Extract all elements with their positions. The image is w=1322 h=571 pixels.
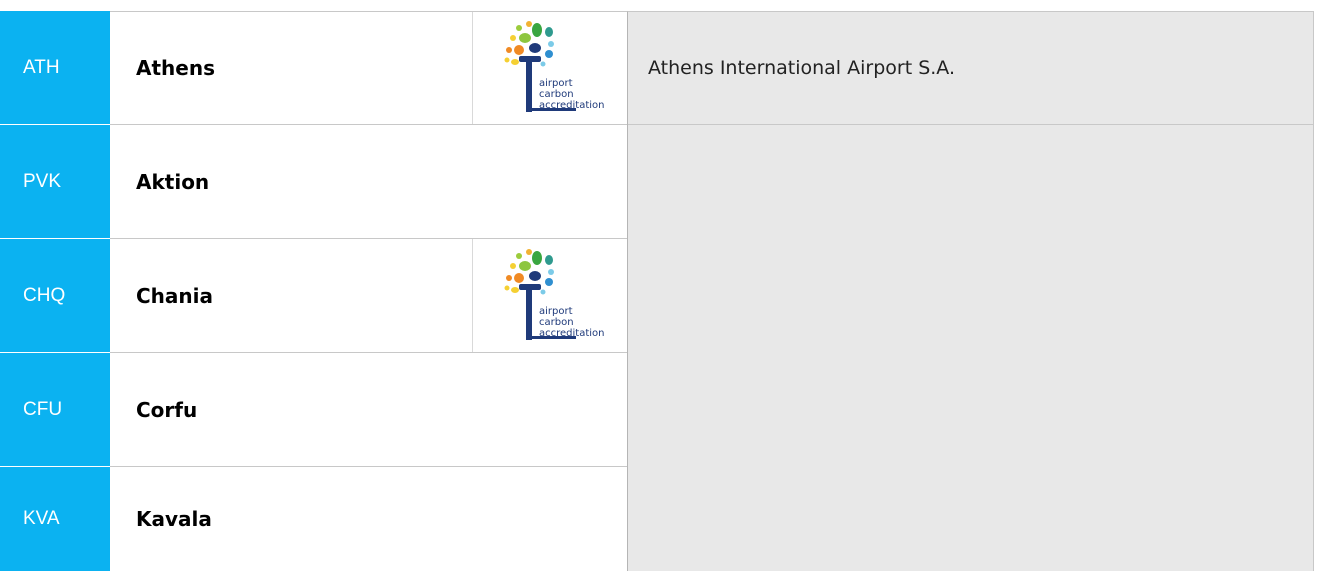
logo-text-line2: carbon	[539, 317, 574, 328]
airport-row-kva[interactable]: KVA Kavala	[0, 467, 627, 571]
logo-text-line1: airport	[539, 78, 573, 89]
operator-panel: Athens International Airport S.A.	[627, 11, 1314, 571]
airport-row-cfu[interactable]: CFU Corfu	[0, 353, 627, 466]
table-top-border	[110, 11, 627, 12]
carbon-accreditation-logo: airport carbon accreditation	[472, 239, 627, 352]
operator-name[interactable]: Athens International Airport S.A.	[628, 12, 1313, 125]
airport-table: ATH Athens airport carbon accreditation …	[0, 0, 1322, 571]
airport-code: CHQ	[0, 239, 110, 352]
airport-row-chq[interactable]: CHQ Chania airport carbon accreditation	[0, 239, 627, 352]
airport-name[interactable]: Corfu	[110, 353, 627, 466]
airport-row-ath[interactable]: ATH Athens airport carbon accreditation	[0, 11, 627, 124]
airport-name[interactable]: Kavala	[110, 467, 627, 571]
carbon-accreditation-logo: airport carbon accreditation	[472, 11, 627, 124]
accreditation-tree-icon: airport carbon accreditation	[504, 249, 605, 340]
airport-code: KVA	[0, 467, 110, 571]
accreditation-tree-icon: airport carbon accreditation	[504, 21, 605, 112]
airport-name[interactable]: Aktion	[110, 125, 627, 238]
airport-code: ATH	[0, 11, 110, 124]
logo-text-line1: airport	[539, 306, 573, 317]
logo-text-line2: carbon	[539, 89, 574, 100]
airport-code: PVK	[0, 125, 110, 238]
airport-row-pvk[interactable]: PVK Aktion	[0, 125, 627, 238]
airport-code: CFU	[0, 353, 110, 466]
